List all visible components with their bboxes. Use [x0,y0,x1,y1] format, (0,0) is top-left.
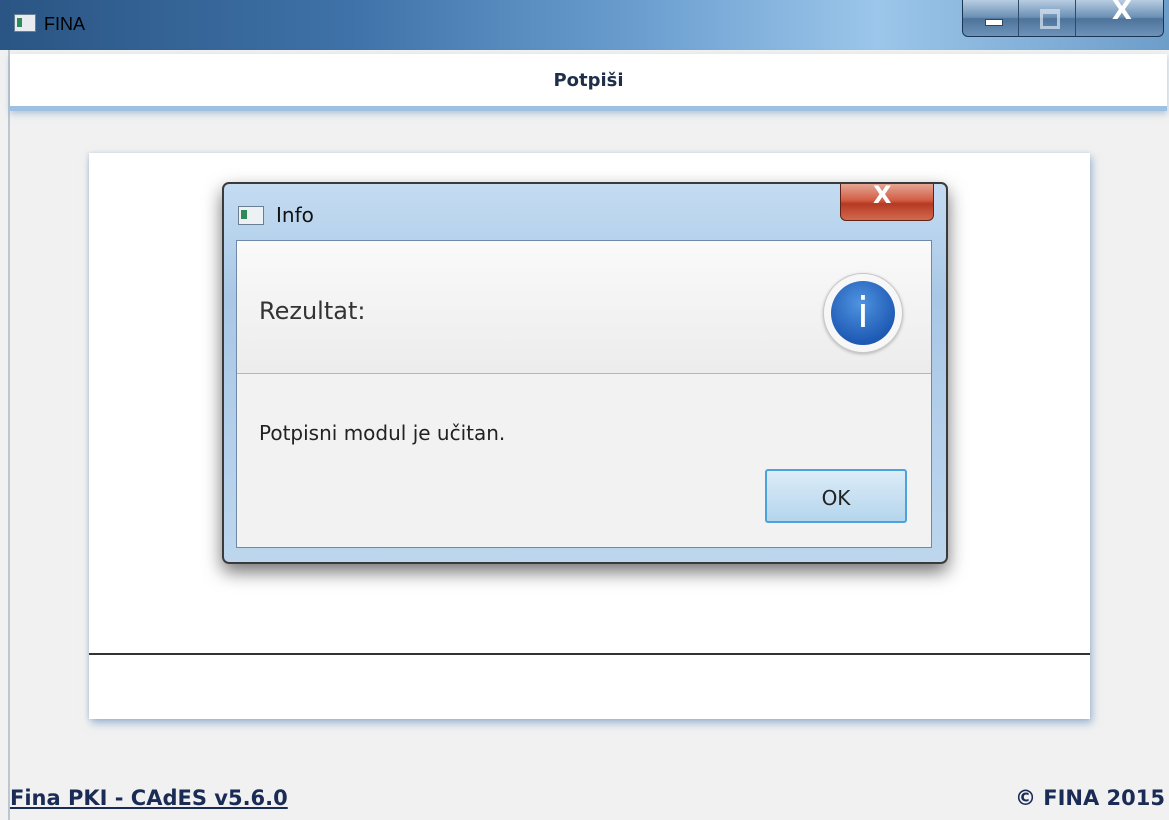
page-header: Potpiši [10,54,1167,111]
panel-divider [89,653,1090,655]
window-titlebar[interactable]: FINA X [0,0,1169,50]
window-left-border [8,50,10,820]
info-icon-glyph: i [831,281,895,345]
dialog-body: Rezultat: i Potpisni modul je učitan. OK [236,240,932,548]
maximize-button[interactable] [1019,0,1076,36]
dialog-heading: Rezultat: [259,297,366,325]
close-icon: X [873,181,892,209]
app-window-icon [14,14,36,32]
minimize-button[interactable] [963,0,1020,36]
window-controls: X [962,0,1164,37]
dialog-close-button[interactable]: X [840,181,934,221]
copyright-text: © FINA 2015 [1014,786,1165,810]
dialog-message: Potpisni modul je učitan. [259,421,506,445]
maximize-icon [1040,9,1061,29]
version-link[interactable]: Fina PKI - CAdES v5.6.0 [10,786,288,810]
close-icon: X [1111,0,1132,26]
info-dialog: Info X Rezultat: i Potpisni modul je uči… [222,181,948,564]
info-icon: i [823,273,903,353]
ok-button[interactable]: OK [765,469,907,523]
close-button[interactable]: X [1076,0,1163,36]
dialog-title: Info [276,203,314,227]
page-title: Potpiši [553,70,624,91]
dialog-window-icon [238,206,264,225]
dialog-header-area: Rezultat: i [237,241,931,374]
minimize-icon [985,19,1003,26]
window-title: FINA [44,14,86,34]
